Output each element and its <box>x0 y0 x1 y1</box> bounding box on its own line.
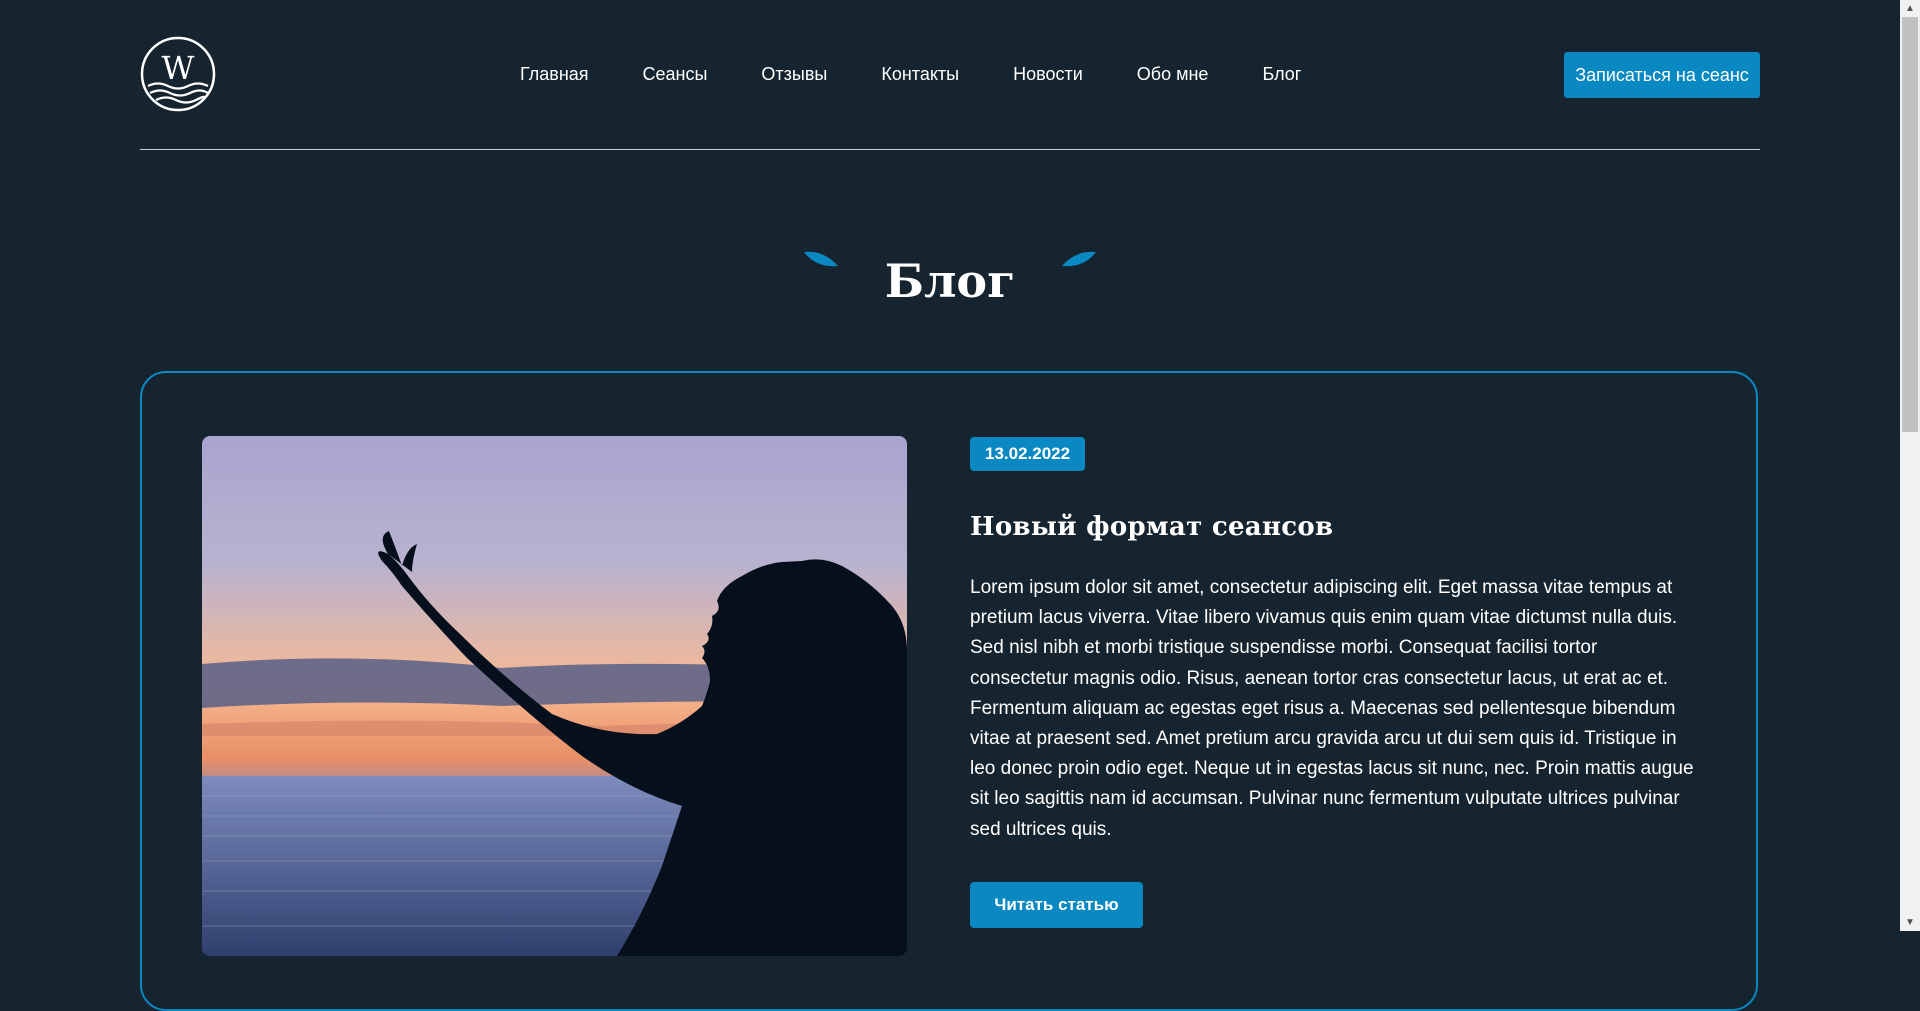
scrollbar[interactable]: ▲ ▼ <box>1900 0 1920 931</box>
nav-item-reviews[interactable]: Отзывы <box>761 62 827 86</box>
post-title: Новый формат сеансов <box>970 512 1334 542</box>
scrollbar-thumb[interactable] <box>1902 17 1918 432</box>
scroll-down-arrow-icon[interactable]: ▼ <box>1900 914 1920 931</box>
nav-item-about[interactable]: Обо мне <box>1137 62 1209 86</box>
leaf-icon <box>1058 248 1098 268</box>
page: W Главная Сеансы Отзывы Контакты Новости… <box>0 0 1900 1011</box>
post-image <box>202 436 907 956</box>
logo[interactable]: W <box>140 36 216 112</box>
nav-item-news[interactable]: Новости <box>1013 62 1083 86</box>
scroll-up-arrow-icon[interactable]: ▲ <box>1900 0 1920 17</box>
sunset-silhouette-image <box>202 436 907 956</box>
book-session-button[interactable]: Записаться на сеанс <box>1564 52 1760 98</box>
header-divider <box>140 149 1760 150</box>
wave-logo-icon: W <box>140 36 216 112</box>
main-nav: Главная Сеансы Отзывы Контакты Новости О… <box>520 62 1355 86</box>
page-title: Блог <box>884 253 1016 308</box>
post-body: Lorem ipsum dolor sit amet, consectetur … <box>970 577 1694 840</box>
nav-item-home[interactable]: Главная <box>520 62 589 86</box>
nav-item-blog[interactable]: Блог <box>1262 62 1301 86</box>
read-article-button[interactable]: Читать статью <box>970 882 1143 928</box>
post-date-badge: 13.02.2022 <box>970 437 1086 471</box>
nav-item-sessions[interactable]: Сеансы <box>643 62 708 86</box>
nav-item-contacts[interactable]: Контакты <box>881 62 959 86</box>
logo-letter: W <box>162 49 195 87</box>
